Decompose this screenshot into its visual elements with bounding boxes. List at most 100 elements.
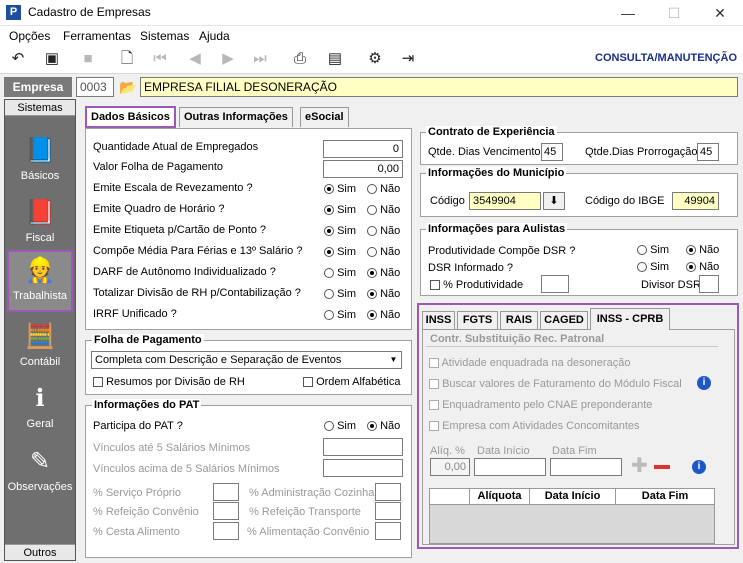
info-icon[interactable]: i: [692, 460, 706, 474]
folha-select[interactable]: Completa com Descrição e Separação de Ev…: [91, 351, 402, 369]
grid-header-data-inicio[interactable]: Data Início: [530, 489, 616, 505]
subtab-4[interactable]: INSS - CPRB: [590, 308, 670, 330]
info-icon[interactable]: i: [697, 376, 711, 390]
remove-icon[interactable]: [654, 465, 670, 469]
aliq-field[interactable]: 0,00: [430, 458, 470, 476]
dsr-sim-radio[interactable]: Sim: [637, 261, 669, 273]
tab-dados-basicos[interactable]: Dados Básicos: [85, 106, 176, 128]
question-sim-radio[interactable]: Sim: [324, 267, 356, 279]
tab-esocial[interactable]: eSocial: [300, 107, 349, 127]
question-sim-radio[interactable]: Sim: [324, 246, 356, 258]
sidebar-item-basicos[interactable]: 📘 Básicos: [7, 132, 73, 188]
menu-sistemas[interactable]: Sistemas: [140, 29, 189, 43]
preview-icon[interactable]: 🗋: [117, 49, 137, 69]
sidebar-item-contabil[interactable]: 🧮 Contábil: [7, 318, 73, 374]
prev-icon[interactable]: ◀: [185, 49, 205, 69]
add-icon[interactable]: ✚: [631, 456, 648, 476]
ibge-field[interactable]: 49904: [672, 192, 719, 210]
data-inicio-field[interactable]: [474, 458, 546, 476]
sidebar-item-trabalhista[interactable]: 👷 Trabalhista: [7, 250, 73, 312]
cesta-alimento-field[interactable]: [213, 522, 239, 540]
resumos-checkbox[interactable]: Resumos por Divisão de RH: [93, 376, 245, 388]
cprb-option-checkbox[interactable]: Empresa com Atividades Concomitantes: [429, 420, 640, 432]
question-nao-radio[interactable]: Não: [367, 246, 400, 258]
question-nao-radio[interactable]: Não: [367, 267, 400, 279]
bookmark-icon[interactable]: ■: [78, 49, 98, 69]
subtab-1[interactable]: FGTS: [457, 311, 498, 330]
report-icon[interactable]: ▤: [325, 49, 345, 69]
cprb-option-checkbox[interactable]: Enquadramento pelo CNAE preponderante: [429, 399, 652, 411]
question-sim-radio[interactable]: Sim: [324, 183, 356, 195]
undo-icon[interactable]: ↶: [8, 49, 28, 69]
tab-outras-informacoes[interactable]: Outras Informações: [179, 107, 293, 127]
subtab-3[interactable]: CAGED: [540, 311, 588, 330]
question-nao-radio[interactable]: Não: [367, 204, 400, 216]
dias-venc-field[interactable]: 45: [541, 143, 563, 161]
produtividade-sim-radio[interactable]: Sim: [637, 244, 669, 256]
codigo-field[interactable]: 3549904: [469, 192, 541, 210]
question-nao-radio[interactable]: Não: [367, 183, 400, 195]
close-button[interactable]: ✕: [697, 0, 743, 26]
sim-label: Sim: [337, 309, 357, 321]
qtd-empregados-label: Quantidade Atual de Empregados: [93, 141, 259, 153]
valor-folha-field[interactable]: 0,00: [323, 160, 403, 178]
dsr-nao-radio[interactable]: Não: [686, 261, 719, 273]
perc-produtividade-checkbox[interactable]: % Produtividade: [430, 279, 523, 291]
first-icon[interactable]: ⏮: [150, 49, 170, 69]
subtab-2[interactable]: RAIS: [500, 311, 538, 330]
divisor-field[interactable]: [699, 275, 719, 293]
refeicao-convenio-field[interactable]: [213, 502, 239, 520]
folder-open-icon[interactable]: 📂: [118, 77, 138, 97]
sidebar-header: Sistemas: [5, 100, 75, 116]
download-icon[interactable]: ⬇: [543, 192, 565, 210]
question-sim-radio[interactable]: Sim: [324, 288, 356, 300]
participa-nao-radio[interactable]: Não: [367, 420, 400, 432]
notepad-icon: ✎: [29, 448, 51, 475]
last-icon[interactable]: ⏭: [250, 49, 270, 69]
grid-header-aliquota[interactable]: Alíquota: [470, 489, 530, 505]
aliquota-grid[interactable]: Alíquota Data Início Data Fim: [429, 488, 715, 544]
subtab-0[interactable]: INSS: [422, 311, 455, 330]
servico-proprio-field[interactable]: [213, 483, 239, 501]
ordem-alfabetica-checkbox[interactable]: Ordem Alfabética: [303, 376, 400, 388]
adm-cozinha-field[interactable]: [375, 483, 401, 501]
grid-header-data-fim[interactable]: Data Fim: [616, 489, 714, 505]
question-nao-radio[interactable]: Não: [367, 288, 400, 300]
minimize-button[interactable]: —: [605, 0, 651, 26]
exit-icon[interactable]: ⇥: [398, 49, 418, 69]
vinc-ate-field[interactable]: [323, 438, 403, 456]
question-sim-radio[interactable]: Sim: [324, 204, 356, 216]
tools-icon[interactable]: ⚙: [365, 49, 385, 69]
data-fim-field[interactable]: [550, 458, 622, 476]
dias-prorrog-field[interactable]: 45: [697, 143, 719, 161]
sidebar-item-label: Contábil: [19, 356, 61, 368]
sidebar-item-observacoes[interactable]: ✎ Observações: [7, 443, 73, 499]
menu-ferramentas[interactable]: Ferramentas: [63, 29, 131, 43]
app-icon: P: [6, 5, 21, 20]
perc-produtividade-field[interactable]: [541, 275, 569, 293]
sidebar-footer[interactable]: Outros: [5, 544, 75, 560]
print-icon[interactable]: ⎙: [290, 49, 310, 69]
cprb-option-checkbox[interactable]: Atividade enquadrada na desoneração: [429, 357, 630, 369]
produtividade-nao-radio[interactable]: Não: [686, 244, 719, 256]
sidebar-item-geral[interactable]: ℹ Geral: [7, 380, 73, 436]
empresa-code-field[interactable]: 0003: [76, 77, 114, 97]
refeicao-transporte-field[interactable]: [375, 502, 401, 520]
maximize-button[interactable]: ☐: [651, 0, 697, 26]
question-nao-radio[interactable]: Não: [367, 225, 400, 237]
question-sim-radio[interactable]: Sim: [324, 225, 356, 237]
alimentacao-convenio-field[interactable]: [375, 522, 401, 540]
sidebar-item-fiscal[interactable]: 📕 Fiscal: [7, 194, 73, 250]
question-nao-radio[interactable]: Não: [367, 309, 400, 321]
save-icon[interactable]: ▣: [42, 49, 62, 69]
qtd-empregados-field[interactable]: 0: [323, 140, 403, 158]
vinc-acima-field[interactable]: [323, 459, 403, 477]
participa-sim-radio[interactable]: Sim: [324, 420, 356, 432]
empresa-name-field[interactable]: EMPRESA FILIAL DESONERAÇÃO: [140, 77, 738, 97]
next-icon[interactable]: ▶: [218, 49, 238, 69]
question-sim-radio[interactable]: Sim: [324, 309, 356, 321]
menu-opcoes[interactable]: Opções: [9, 29, 50, 43]
radio-icon: [367, 268, 377, 279]
menu-ajuda[interactable]: Ajuda: [199, 29, 230, 43]
cprb-option-checkbox[interactable]: Buscar valores de Faturamento do Módulo …: [429, 378, 682, 390]
